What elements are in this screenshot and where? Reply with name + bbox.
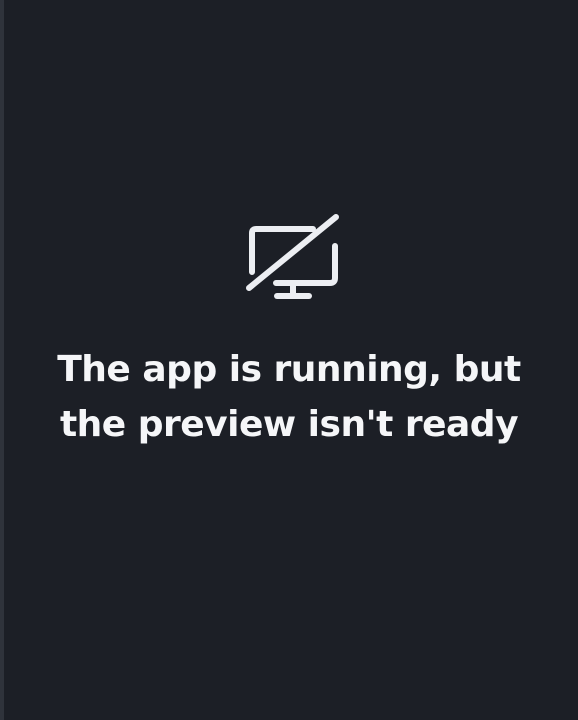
preview-status-message: The app is running, but the preview isn'… (57, 349, 521, 445)
pane-divider[interactable] (0, 0, 4, 720)
monitor-off-icon (244, 212, 342, 304)
preview-pane: The app is running, but the preview isn'… (0, 0, 578, 720)
